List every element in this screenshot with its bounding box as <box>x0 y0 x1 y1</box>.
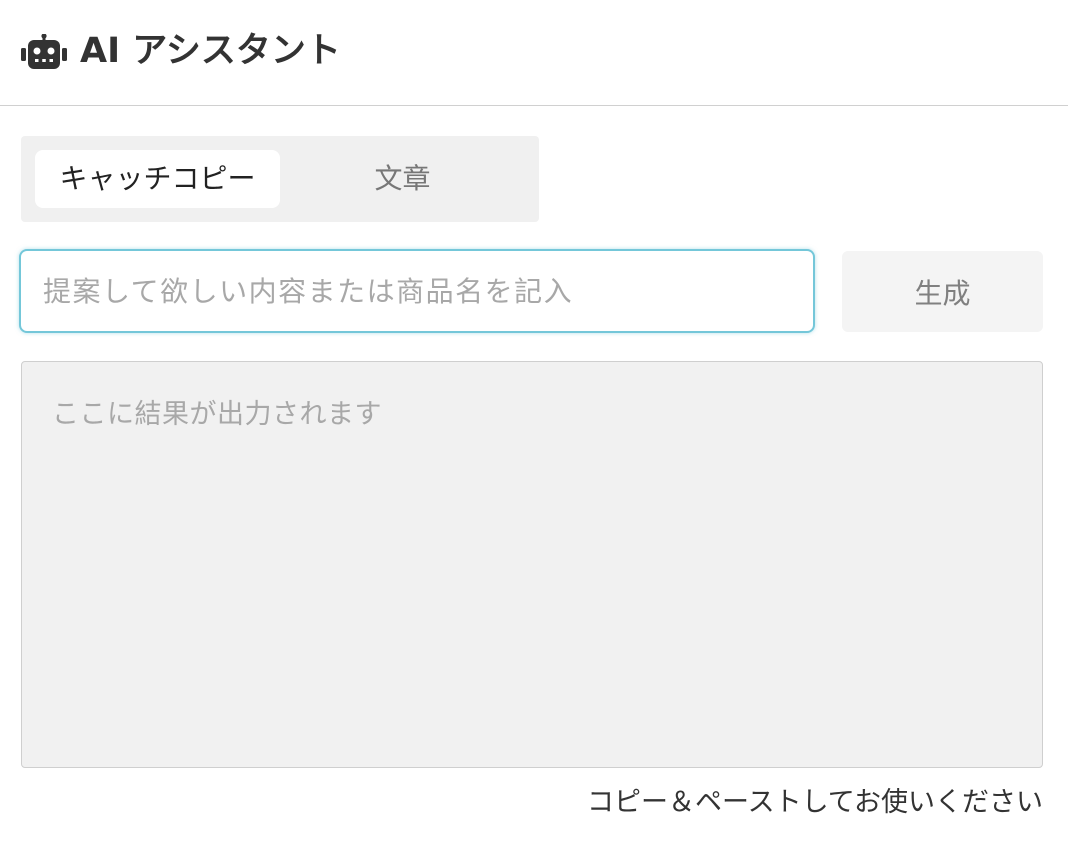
tab-text[interactable]: 文章 <box>280 150 525 208</box>
mode-tabs: キャッチコピー 文章 <box>21 136 539 222</box>
generate-button[interactable]: 生成 <box>842 251 1043 332</box>
robot-icon <box>21 34 67 69</box>
app-title: AI アシスタント <box>80 31 341 71</box>
copy-paste-hint: コピー＆ペーストしてお使いください <box>586 787 1043 818</box>
header: AI アシスタント <box>0 0 1068 106</box>
result-output[interactable] <box>21 361 1043 768</box>
tab-catchcopy[interactable]: キャッチコピー <box>35 150 280 208</box>
prompt-input[interactable] <box>19 249 815 333</box>
